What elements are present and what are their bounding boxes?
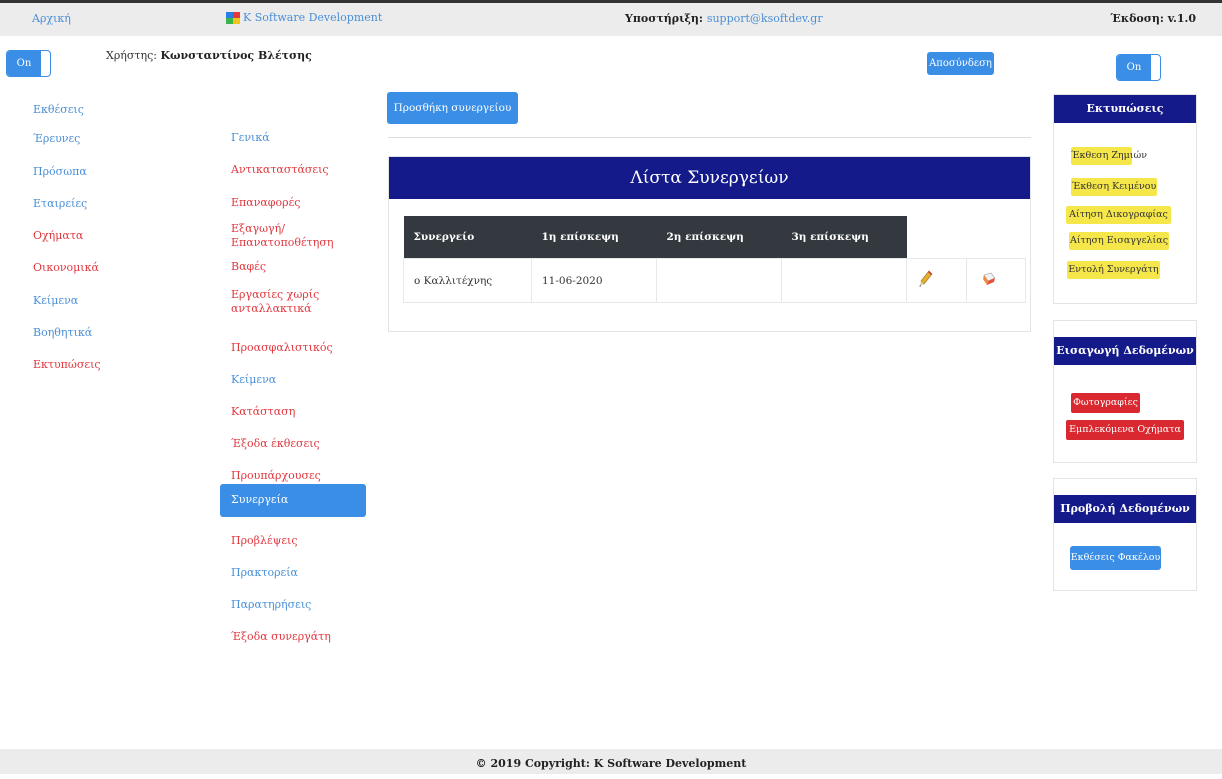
support-info: Υποστήριξη: support@ksoftdev.gr <box>625 12 823 25</box>
nav-item-reports[interactable]: Εκθέσεις <box>33 103 84 116</box>
nav-item-texts[interactable]: Κείμενα <box>33 294 78 307</box>
user-info: Χρήστης: Κωνσταντίνος Βλέτσης <box>106 49 312 62</box>
col-header-visit3: 3η επίσκεψη <box>781 216 907 259</box>
col-header-delete <box>967 216 1026 259</box>
data-view-title: Προβολή Δεδομένων <box>1054 495 1196 523</box>
data-view-panel: Προβολή Δεδομένων Εκθέσεις Φακέλου <box>1053 478 1197 591</box>
print-text-report-button[interactable]: Έκθεση Κειμένου <box>1071 178 1157 196</box>
cell-visit2 <box>656 258 782 303</box>
subnav-item-report-expenses[interactable]: Έξοδα έκθεσεις <box>231 437 320 451</box>
cell-garage-name: ο Καλλιτέχνης <box>403 258 532 303</box>
print-damage-report-button[interactable]: Έκθεση Ζημιών <box>1071 147 1147 165</box>
subnav-item-paints[interactable]: Βαφές <box>231 260 266 274</box>
nav-item-investigations[interactable]: Έρευνες <box>33 132 80 145</box>
print-prosecutor-request-button[interactable]: Αίτηση Εισαγγελίας <box>1069 232 1169 250</box>
edit-cell <box>906 258 967 303</box>
subnav-item-restorations[interactable]: Επαναφορές <box>231 196 300 210</box>
toggle-on-label: On <box>1117 55 1151 80</box>
subnav-item-removal[interactable]: Εξαγωγή/ Επανατοποθέτηση <box>231 222 341 250</box>
brand[interactable]: K Software Development <box>226 11 382 24</box>
print-dossier-request-button[interactable]: Αίτηση Δικογραφίας <box>1066 206 1171 224</box>
nav-item-vehicles[interactable]: Οχήματα <box>33 229 83 242</box>
table-row: ο Καλλιτέχνης 11-06-2020 <box>403 258 1026 303</box>
print-partner-order-button[interactable]: Εντολή Συνεργάτη <box>1067 261 1160 279</box>
delete-cell <box>966 258 1026 303</box>
cell-visit1: 11-06-2020 <box>531 258 657 303</box>
pencil-edit-icon[interactable] <box>919 270 933 287</box>
col-header-visit2: 2η επίσκεψη <box>656 216 782 259</box>
support-email-link[interactable]: support@ksoftdev.gr <box>707 12 823 25</box>
folder-reports-button[interactable]: Εκθέσεις Φακέλου <box>1070 546 1161 570</box>
left-sidebar-toggle[interactable]: On <box>6 50 51 77</box>
nav-item-auxiliary[interactable]: Βοηθητικά <box>33 326 92 339</box>
col-header-garage: Συνεργείο <box>403 216 532 259</box>
prints-title: Εκτυπώσεις <box>1054 95 1196 123</box>
subnav-item-pre-existing[interactable]: Προυπάρχουσες <box>231 469 321 483</box>
user-name: Κωνσταντίνος Βλέτσης <box>160 49 312 62</box>
nav-item-financial[interactable]: Οικονομικά <box>33 261 99 274</box>
subnav-item-provisions[interactable]: Προβλέψεις <box>231 534 298 548</box>
prints-panel: Εκτυπώσεις Έκθεση Ζημιών Έκθεση Κειμένου… <box>1053 94 1197 304</box>
subnav-item-labor[interactable]: Εργασίες χωρίς ανταλλακτικά <box>231 288 341 316</box>
version-label: Έκδοση: v.1.0 <box>1110 12 1196 25</box>
support-label: Υποστήριξη: <box>625 12 703 25</box>
card-title: Λίστα Συνεργείων <box>389 157 1030 199</box>
divider <box>388 137 1031 138</box>
nav-item-prints[interactable]: Εκτυπώσεις <box>33 358 101 371</box>
subnav-item-pre-insurance[interactable]: Προασφαλιστικός <box>231 341 333 355</box>
data-entry-panel: Εισαγωγή Δεδομένων Φωτογραφίες Εμπλεκόμε… <box>1053 320 1197 463</box>
subnav-item-general[interactable]: Γενικά <box>231 131 270 145</box>
top-bar: Αρχική K Software Development Υποστήριξη… <box>0 0 1222 36</box>
subnav-item-status[interactable]: Κατάσταση <box>231 405 295 419</box>
garage-list-card: Λίστα Συνεργείων Συνεργείο 1η επίσκεψη 2… <box>388 156 1031 332</box>
eraser-delete-icon[interactable] <box>981 271 996 285</box>
right-sidebar-toggle[interactable]: On <box>1116 54 1161 81</box>
nav-item-companies[interactable]: Εταιρείες <box>33 197 87 210</box>
brand-name: K Software Development <box>243 11 383 24</box>
subnav-item-agencies[interactable]: Πρακτορεία <box>231 566 298 580</box>
logout-button[interactable]: Αποσύνδεση <box>927 52 994 75</box>
col-header-visit1: 1η επίσκεψη <box>531 216 657 259</box>
col-header-edit <box>907 216 967 259</box>
user-label: Χρήστης: <box>106 49 157 62</box>
subnav-item-garages[interactable]: Συνεργεία <box>220 484 366 517</box>
involved-vehicles-button[interactable]: Εμπλεκόμενα Οχήματα <box>1066 420 1184 440</box>
brand-logo-icon <box>226 11 240 24</box>
nav-item-persons[interactable]: Πρόσωπα <box>33 165 87 178</box>
photos-button[interactable]: Φωτογραφίες <box>1071 393 1140 413</box>
footer: © 2019 Copyright: K Software Development <box>0 749 1222 774</box>
data-entry-title: Εισαγωγή Δεδομένων <box>1054 337 1196 365</box>
subnav-item-replacements[interactable]: Αντικαταστάσεις <box>231 163 329 177</box>
subnav-item-remarks[interactable]: Παρατηρήσεις <box>231 598 311 612</box>
subnav-item-label: Συνεργεία <box>231 493 289 506</box>
toggle-on-label: On <box>7 51 41 76</box>
add-garage-button[interactable]: Προσθήκη συνεργείου <box>387 92 518 124</box>
garage-table: Συνεργείο 1η επίσκεψη 2η επίσκεψη 3η επί… <box>403 216 1026 303</box>
home-link[interactable]: Αρχική <box>32 12 71 25</box>
subnav-item-partner-expenses[interactable]: Έξοδα συνεργάτη <box>231 630 331 644</box>
cell-visit3 <box>781 258 907 303</box>
subnav-item-texts[interactable]: Κείμενα <box>231 373 276 387</box>
